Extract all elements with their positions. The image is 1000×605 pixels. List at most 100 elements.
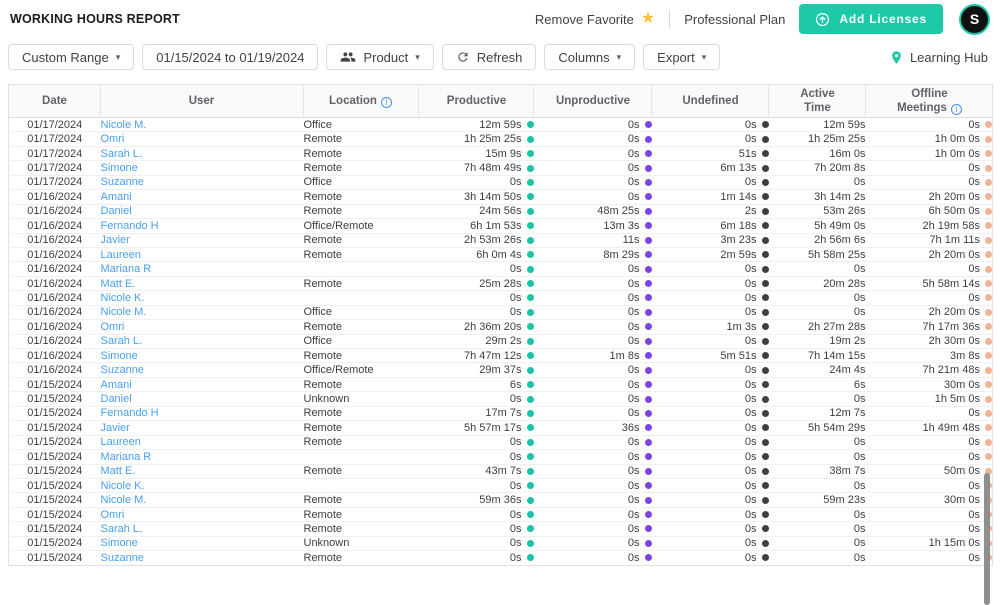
column-header-user[interactable]: User — [101, 85, 304, 118]
user-link[interactable]: Omri — [101, 509, 125, 521]
user-link[interactable]: Suzanne — [101, 364, 144, 376]
cell-unproductive: 0s — [534, 377, 652, 391]
column-header-unproductive[interactable]: Unproductive — [534, 85, 652, 118]
cell-user: Laureen — [101, 435, 304, 449]
table-body: 01/17/2024Nicole M.Office12m 59s0s0s12m … — [9, 118, 993, 566]
add-licenses-button[interactable]: Add Licenses — [799, 4, 943, 34]
user-link[interactable]: Sarah L. — [101, 523, 143, 535]
refresh-button[interactable]: Refresh — [442, 44, 537, 70]
column-header-date[interactable]: Date — [9, 85, 101, 118]
cell-unproductive-value: 0s — [628, 537, 640, 549]
add-circle-icon — [815, 12, 830, 27]
user-link[interactable]: Mariana R — [101, 451, 152, 463]
user-link[interactable]: Omri — [101, 133, 125, 145]
cell-undefined: 0s — [652, 464, 769, 478]
export-dropdown[interactable]: Export ▾ — [643, 44, 720, 70]
info-icon[interactable]: i — [381, 97, 392, 108]
user-link[interactable]: Nicole K. — [101, 292, 145, 304]
user-link[interactable]: Simone — [101, 162, 138, 174]
cell-offline_meetings-value: 0s — [968, 292, 980, 304]
table-row: 01/17/2024Nicole M.Office12m 59s0s0s12m … — [9, 118, 993, 132]
column-header-productive[interactable]: Productive — [419, 85, 534, 118]
cell-offline_meetings: 1h 0m 0s — [866, 132, 993, 146]
cell-date: 01/16/2024 — [9, 334, 101, 348]
cell-active_time: 0s — [769, 551, 866, 565]
cell-location: Remote — [304, 421, 419, 435]
user-link[interactable]: Simone — [101, 350, 138, 362]
user-link[interactable]: Javier — [101, 422, 130, 434]
user-link[interactable]: Mariana R — [101, 263, 152, 275]
cell-unproductive: 0s — [534, 262, 652, 276]
cell-date: 01/15/2024 — [9, 464, 101, 478]
cell-offline_meetings: 0s — [866, 118, 993, 132]
cell-location: Remote — [304, 522, 419, 536]
cell-offline_meetings-value: 7h 17m 36s — [923, 321, 980, 333]
productive-dot-icon — [527, 237, 534, 244]
user-link[interactable]: Sarah L. — [101, 335, 143, 347]
user-link[interactable]: Daniel — [101, 393, 132, 405]
cell-date: 01/15/2024 — [9, 522, 101, 536]
user-link[interactable]: Amani — [101, 191, 132, 203]
cell-productive: 0s — [419, 522, 534, 536]
user-link[interactable]: Suzanne — [101, 552, 144, 564]
undefined-dot-icon — [762, 150, 769, 157]
cell-productive: 6s — [419, 377, 534, 391]
user-link[interactable]: Amani — [101, 379, 132, 391]
user-link[interactable]: Nicole M. — [101, 119, 147, 131]
vertical-scrollbar-thumb[interactable] — [984, 473, 990, 605]
cell-undefined: 0s — [652, 522, 769, 536]
cell-unproductive: 0s — [534, 464, 652, 478]
cell-active_time-value: 19m 2s — [829, 335, 865, 347]
cell-location-value: Remote — [304, 191, 343, 203]
column-header-active-time[interactable]: Active Time — [769, 85, 866, 118]
undefined-dot-icon — [762, 410, 769, 417]
user-link[interactable]: Nicole K. — [101, 480, 145, 492]
user-link[interactable]: Fernando H — [101, 220, 159, 232]
cell-undefined-value: 51s — [739, 148, 757, 160]
cell-date-value: 01/16/2024 — [27, 335, 82, 347]
user-link[interactable]: Suzanne — [101, 176, 144, 188]
cell-location: Remote — [304, 132, 419, 146]
user-link[interactable]: Laureen — [101, 436, 141, 448]
user-link[interactable]: Laureen — [101, 249, 141, 261]
remove-favorite-button[interactable]: Remove Favorite ★ — [535, 11, 655, 27]
cell-date-value: 01/16/2024 — [27, 191, 82, 203]
cell-user: Nicole M. — [101, 305, 304, 319]
cell-active_time: 53m 26s — [769, 204, 866, 218]
cell-date: 01/15/2024 — [9, 493, 101, 507]
user-link[interactable]: Javier — [101, 234, 130, 246]
productive-dot-icon — [527, 323, 534, 330]
user-link[interactable]: Nicole M. — [101, 494, 147, 506]
favorite-star-icon[interactable]: ★ — [641, 11, 655, 27]
info-icon[interactable]: i — [951, 104, 962, 115]
avatar[interactable]: S — [961, 6, 988, 33]
user-link[interactable]: Fernando H — [101, 407, 159, 419]
cell-offline_meetings: 2h 20m 0s — [866, 190, 993, 204]
date-range-input[interactable]: 01/15/2024 to 01/19/2024 — [142, 44, 318, 70]
cell-undefined-value: 0s — [745, 523, 757, 535]
user-link[interactable]: Matt E. — [101, 465, 136, 477]
cell-productive-value: 7h 48m 49s — [464, 162, 521, 174]
column-header-offline-meetings[interactable]: Offline Meetingsi — [866, 85, 993, 118]
columns-dropdown[interactable]: Columns ▾ — [544, 44, 635, 70]
table-row: 01/16/2024JavierRemote2h 53m 26s11s3m 23… — [9, 233, 993, 247]
cell-unproductive-value: 0s — [628, 162, 640, 174]
cell-date-value: 01/16/2024 — [27, 306, 82, 318]
user-link[interactable]: Nicole M. — [101, 306, 147, 318]
date-range-type-dropdown[interactable]: Custom Range ▾ — [8, 44, 134, 70]
column-header-location[interactable]: Locationi — [304, 85, 419, 118]
user-link[interactable]: Daniel — [101, 205, 132, 217]
cell-date-value: 01/15/2024 — [27, 451, 82, 463]
cell-date: 01/15/2024 — [9, 478, 101, 492]
undefined-dot-icon — [762, 280, 769, 287]
learning-hub-button[interactable]: Learning Hub — [889, 50, 988, 65]
user-link[interactable]: Sarah L. — [101, 148, 143, 160]
user-link[interactable]: Simone — [101, 537, 138, 549]
user-link[interactable]: Matt E. — [101, 278, 136, 290]
product-dropdown[interactable]: Product ▾ — [326, 44, 433, 70]
user-link[interactable]: Omri — [101, 321, 125, 333]
table-row: 01/15/2024Sarah L.Remote0s0s0s0s0s — [9, 522, 993, 536]
cell-user: Fernando H — [101, 219, 304, 233]
cell-location-value: Unknown — [304, 393, 350, 405]
column-header-undefined[interactable]: Undefined — [652, 85, 769, 118]
